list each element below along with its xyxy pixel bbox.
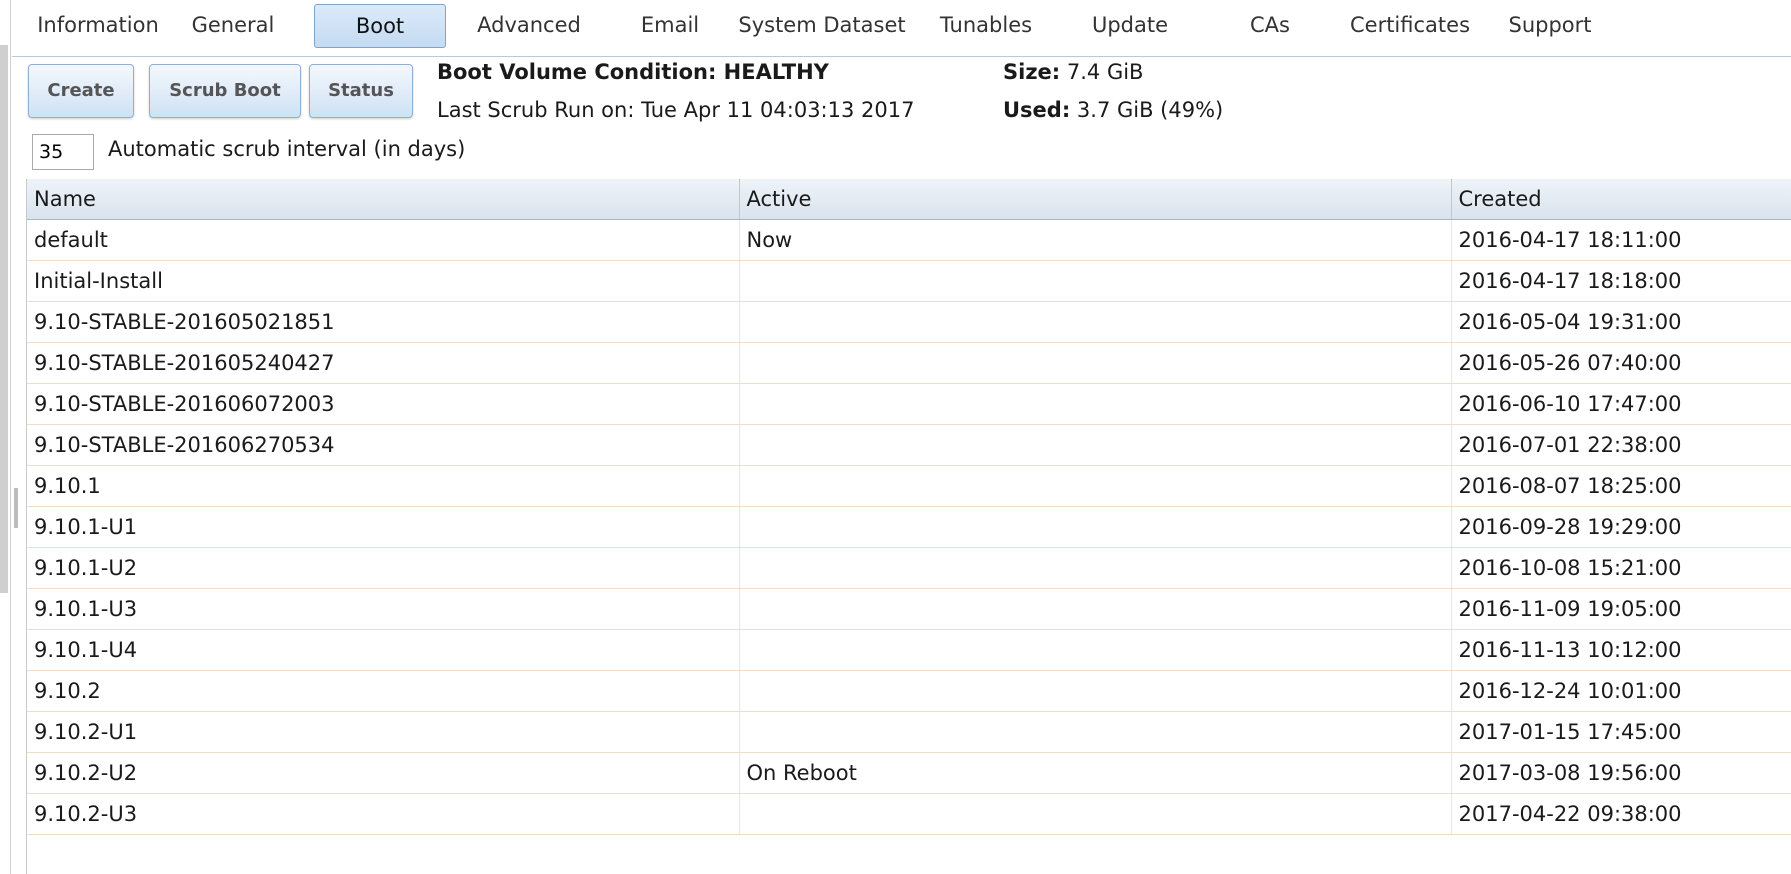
table-row[interactable]: 9.10.1-U4 2016-11-13 10:12:00 <box>27 629 1791 671</box>
create-button[interactable]: Create <box>28 64 134 118</box>
column-header-name[interactable]: Name <box>27 179 740 220</box>
tab-tunables[interactable]: Tunables <box>928 4 1044 46</box>
cell-created: 2016-12-24 10:01:00 <box>1451 670 1791 712</box>
cell-created: 2016-04-17 18:18:00 <box>1451 260 1791 302</box>
cell-active <box>739 465 1452 507</box>
cell-name: 9.10-STABLE-201605240427 <box>27 342 740 384</box>
cell-name: 9.10.1 <box>27 465 740 507</box>
cell-created: 2016-11-13 10:12:00 <box>1451 629 1791 671</box>
cell-created: 2016-05-04 19:31:00 <box>1451 301 1791 343</box>
cell-name: 9.10-STABLE-201605021851 <box>27 301 740 343</box>
cell-active <box>739 506 1452 548</box>
cell-active <box>739 342 1452 384</box>
cell-created: 2016-09-28 19:29:00 <box>1451 506 1791 548</box>
table-row[interactable]: 9.10.2-U1 2017-01-15 17:45:00 <box>27 711 1791 753</box>
table-row[interactable]: 9.10.1-U2 2016-10-08 15:21:00 <box>27 547 1791 589</box>
cell-active: On Reboot <box>739 752 1452 794</box>
tab-update[interactable]: Update <box>1080 4 1180 46</box>
used-readout: Used: 3.7 GiB (49%) <box>1003 98 1223 122</box>
tab-support[interactable]: Support <box>1500 4 1600 46</box>
cell-name: 9.10.2-U1 <box>27 711 740 753</box>
cell-name: 9.10.1-U1 <box>27 506 740 548</box>
cell-name: 9.10.2 <box>27 670 740 712</box>
used-label: Used: <box>1003 98 1071 122</box>
scrub-boot-button[interactable]: Scrub Boot <box>149 64 301 118</box>
boot-environments-table: Name Active Created default Now 2016-04-17… <box>26 179 1791 874</box>
cell-active <box>739 711 1452 753</box>
cell-active <box>739 629 1452 671</box>
tab-general[interactable]: General <box>178 4 288 46</box>
tab-system-dataset[interactable]: System Dataset <box>732 4 912 46</box>
table-row[interactable]: 9.10.1-U1 2016-09-28 19:29:00 <box>27 506 1791 548</box>
last-scrub-run: Last Scrub Run on: Tue Apr 11 04:03:13 2… <box>437 98 915 122</box>
cell-created: 2017-03-08 19:56:00 <box>1451 752 1791 794</box>
cell-created: 2016-11-09 19:05:00 <box>1451 588 1791 630</box>
cell-name: Initial-Install <box>27 260 740 302</box>
cell-active <box>739 260 1452 302</box>
table-row[interactable]: Initial-Install 2016-04-17 18:18:00 <box>27 260 1791 302</box>
cell-active <box>739 670 1452 712</box>
cell-name: 9.10-STABLE-201606270534 <box>27 424 740 466</box>
cell-name: 9.10.1-U3 <box>27 588 740 630</box>
column-header-created[interactable]: Created <box>1451 179 1791 220</box>
column-header-active[interactable]: Active <box>739 179 1452 220</box>
cell-name: 9.10.1-U2 <box>27 547 740 589</box>
table-row[interactable]: default Now 2016-04-17 18:11:00 <box>27 219 1791 261</box>
cell-name: 9.10.2-U3 <box>27 793 740 835</box>
tab-boot[interactable]: Boot <box>314 4 446 48</box>
cell-active <box>739 547 1452 589</box>
left-scrollbar[interactable] <box>0 0 18 874</box>
table-row[interactable]: 9.10-STABLE-201606270534 2016-07-01 22:38… <box>27 424 1791 466</box>
scrub-interval-input[interactable] <box>32 134 94 170</box>
tab-email[interactable]: Email <box>616 4 724 46</box>
used-value: 3.7 GiB (49%) <box>1076 98 1224 122</box>
size-label: Size: <box>1003 60 1061 84</box>
table-row[interactable]: 9.10.2-U2 On Reboot 2017-03-08 19:56:00 <box>27 752 1791 794</box>
size-readout: Size: 7.4 GiB <box>1003 60 1143 84</box>
table-row[interactable]: 9.10-STABLE-201605021851 2016-05-04 19:31… <box>27 301 1791 343</box>
cell-created: 2016-08-07 18:25:00 <box>1451 465 1791 507</box>
cell-active <box>739 793 1452 835</box>
cell-active: Now <box>739 219 1452 261</box>
status-button[interactable]: Status <box>309 64 413 118</box>
cell-active <box>739 301 1452 343</box>
cell-created: 2017-04-22 09:38:00 <box>1451 793 1791 835</box>
scrub-interval-label: Automatic scrub interval (in days) <box>108 137 466 161</box>
cell-created: 2016-04-17 18:11:00 <box>1451 219 1791 261</box>
tab-bar: Information General Boot Advanced Email … <box>12 0 1791 57</box>
boot-volume-condition: Boot Volume Condition: HEALTHY <box>437 60 829 84</box>
cell-active <box>739 424 1452 466</box>
table-row[interactable]: 9.10.2-U3 2017-04-22 09:38:00 <box>27 793 1791 835</box>
size-value: 7.4 GiB <box>1066 60 1144 84</box>
tab-advanced[interactable]: Advanced <box>464 4 594 46</box>
table-row[interactable]: 9.10.1-U3 2016-11-09 19:05:00 <box>27 588 1791 630</box>
tab-cas[interactable]: CAs <box>1230 4 1310 46</box>
cell-created: 2017-01-15 17:45:00 <box>1451 711 1791 753</box>
cell-created: 2016-05-26 07:40:00 <box>1451 342 1791 384</box>
table-row[interactable]: 9.10.1 2016-08-07 18:25:00 <box>27 465 1791 507</box>
table-header-row: Name Active Created <box>27 179 1791 220</box>
scrollbar-track[interactable] <box>0 45 8 593</box>
cell-created: 2016-10-08 15:21:00 <box>1451 547 1791 589</box>
tab-certificates[interactable]: Certificates <box>1340 4 1480 46</box>
cell-created: 2016-07-01 22:38:00 <box>1451 424 1791 466</box>
cell-created: 2016-06-10 17:47:00 <box>1451 383 1791 425</box>
table-row[interactable]: 9.10-STABLE-201605240427 2016-05-26 07:40… <box>27 342 1791 384</box>
cell-active <box>739 588 1452 630</box>
cell-active <box>739 383 1452 425</box>
cell-name: default <box>27 219 740 261</box>
tab-information[interactable]: Information <box>26 4 170 46</box>
splitter-grip[interactable] <box>14 488 18 528</box>
cell-name: 9.10.1-U4 <box>27 629 740 671</box>
cell-name: 9.10-STABLE-201606072003 <box>27 383 740 425</box>
cell-name: 9.10.2-U2 <box>27 752 740 794</box>
table-row[interactable]: 9.10.2 2016-12-24 10:01:00 <box>27 670 1791 712</box>
table-row[interactable]: 9.10-STABLE-201606072003 2016-06-10 17:47… <box>27 383 1791 425</box>
